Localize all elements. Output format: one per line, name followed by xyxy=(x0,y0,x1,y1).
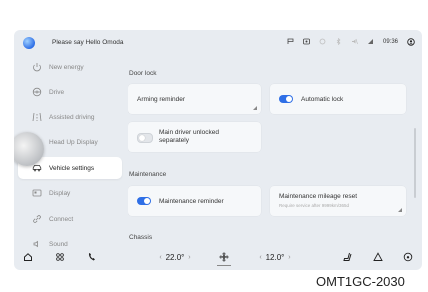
sidebar-item-label: Display xyxy=(49,189,71,197)
seat-icon[interactable] xyxy=(342,251,354,263)
automatic-lock-toggle[interactable] xyxy=(279,95,293,103)
vehicle-screen: Please say Hello Omoda 09:36 New energy … xyxy=(14,30,422,270)
display-icon xyxy=(32,188,42,198)
right-temperature-control[interactable]: ‹ 12.0° › xyxy=(246,251,304,263)
hazard-icon[interactable] xyxy=(372,251,384,263)
mileage-reset-card[interactable]: Maintenance mileage reset Require servic… xyxy=(270,186,406,216)
status-icons: 09:36 xyxy=(287,37,415,46)
expand-corner-icon xyxy=(253,106,257,110)
arming-reminder-card[interactable]: Arming reminder xyxy=(128,84,261,114)
sidebar-item-label: Head Up Display xyxy=(49,138,98,146)
right-temperature-value: 12.0° xyxy=(265,252,285,262)
main-driver-unlock-toggle[interactable] xyxy=(137,133,153,143)
sidebar-item-display[interactable]: Display xyxy=(18,182,122,204)
bluetooth-icon xyxy=(335,37,342,46)
sidebar-item-label: Connect xyxy=(49,215,74,223)
main-driver-unlock-card: Main driver unlocked separately xyxy=(128,122,261,152)
sidebar-item-drive[interactable]: Drive xyxy=(18,81,122,103)
sidebar-item-new-energy[interactable]: New energy xyxy=(18,56,122,78)
section-title-door-lock: Door lock xyxy=(129,70,157,77)
arming-reminder-label: Arming reminder xyxy=(137,96,186,103)
sidebar-item-label: Vehicle settings xyxy=(49,164,95,172)
steering-icon[interactable] xyxy=(402,251,414,263)
bottom-dock: ‹ 22.0° › ‹ 12.0° › xyxy=(14,246,422,270)
maintenance-reminder-toggle[interactable] xyxy=(137,197,151,205)
mileage-reset-subtext: Require service after 9999km/365d xyxy=(279,203,350,208)
automatic-lock-card: Automatic lock xyxy=(270,84,406,114)
sidebar-item-connect[interactable]: Connect xyxy=(18,208,122,230)
sidebar-item-label: Assisted driving xyxy=(49,113,95,121)
assistant-prompt: Please say Hello Omoda xyxy=(52,39,124,46)
section-title-maintenance: Maintenance xyxy=(129,171,167,178)
figure-caption: OMT1GC-2030 xyxy=(316,274,405,289)
radar-icon xyxy=(303,38,310,45)
maintenance-reminder-label: Maintenance reminder xyxy=(159,198,224,205)
expand-corner-icon xyxy=(398,208,402,212)
sidebar-item-assisted-driving[interactable]: Assisted driving xyxy=(18,106,122,128)
sidebar-item-label: Drive xyxy=(49,88,65,96)
temp-up-arrow-icon[interactable]: › xyxy=(284,254,290,261)
user-icon[interactable] xyxy=(407,38,415,46)
fan-icon[interactable] xyxy=(217,251,231,263)
phone-icon[interactable] xyxy=(86,251,98,263)
left-temperature-control[interactable]: ‹ 22.0° › xyxy=(146,251,204,263)
voice-assistant-icon[interactable] xyxy=(23,37,35,49)
assist-icon xyxy=(32,112,42,122)
automatic-lock-label: Automatic lock xyxy=(301,96,344,103)
temp-up-arrow-icon[interactable]: › xyxy=(184,254,190,261)
content-scrollbar[interactable] xyxy=(414,128,416,198)
mileage-reset-label: Maintenance mileage reset xyxy=(279,193,358,200)
settings-content: Door lock Arming reminder Automatic lock… xyxy=(128,56,418,246)
apps-icon[interactable] xyxy=(54,251,66,263)
maintenance-reminder-card: Maintenance reminder xyxy=(128,186,261,216)
sidebar-item-label: New energy xyxy=(49,63,84,71)
main-driver-unlock-label: Main driver unlocked separately xyxy=(159,129,219,144)
energy-icon xyxy=(32,62,42,72)
link-icon xyxy=(32,214,42,224)
section-title-chassis: Chassis xyxy=(129,234,153,241)
fan-underline xyxy=(217,265,231,266)
home-icon[interactable] xyxy=(22,251,34,263)
seatbelt-icon xyxy=(319,38,326,45)
signal-icon xyxy=(367,38,374,45)
mute-icon xyxy=(351,38,358,45)
steering-icon xyxy=(32,87,42,97)
parking-icon xyxy=(287,38,294,45)
status-bar: Please say Hello Omoda 09:36 xyxy=(14,30,422,56)
left-temperature-value: 22.0° xyxy=(165,252,185,262)
clock: 09:36 xyxy=(382,38,398,45)
